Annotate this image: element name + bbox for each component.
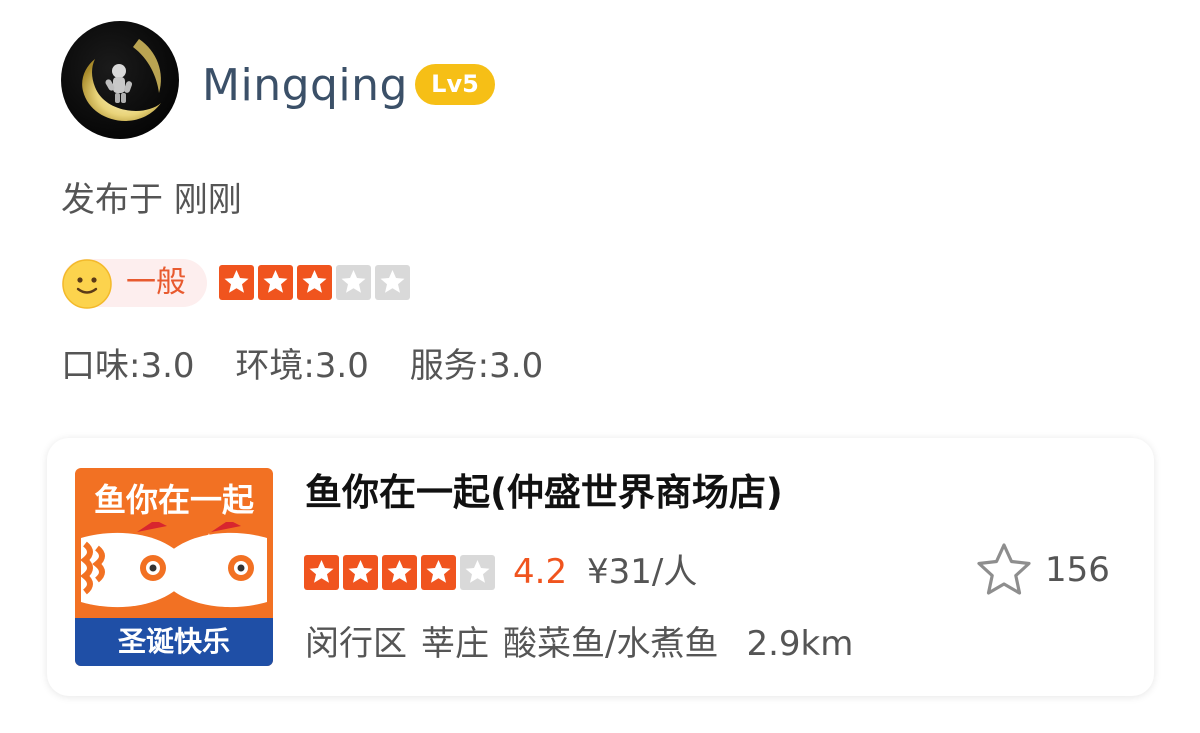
star-icon [341,270,366,293]
favorite-button[interactable]: 156 [975,541,1110,599]
star-icon [309,560,334,583]
shop-logo: 鱼你在一起 ❄ 圣诞快乐 [75,468,273,666]
star-icon [224,270,249,293]
shop-rating-stars [304,555,499,590]
shop-rating-score: 4.2 [513,552,568,592]
avatar[interactable] [61,21,179,139]
subscores: 口味:3.0 环境:3.0 服务:3.0 [61,342,573,390]
subscore-service: 服务:3.0 [409,346,544,386]
shop-star-2 [343,555,378,590]
star-icon [302,270,327,293]
rating-star-5 [375,265,410,300]
rating-star-3 [297,265,332,300]
star-icon [380,270,405,293]
star-icon [387,560,412,583]
star-icon [348,560,373,583]
shop-star-4 [421,555,456,590]
shop-distance: 2.9km [746,624,854,664]
rating-stars [219,265,414,300]
shop-meta: 闵行区 莘庄 酸菜鱼/水煮鱼 2.9km [305,620,853,668]
shop-district: 闵行区 [305,624,407,664]
shop-star-1 [304,555,339,590]
review-panel: Mingqing Lv5 发布于 刚刚 一般 口味:3.0 环境:3.0 服务:… [0,0,1200,733]
logo-banner: 圣诞快乐 [75,618,273,666]
shop-area: 莘庄 [421,624,489,664]
shop-name[interactable]: 鱼你在一起(仲盛世界商场店) [305,468,783,518]
shop-price: ¥31/人 [587,552,698,592]
star-icon [263,270,288,293]
rating-star-1 [219,265,254,300]
publish-time: 发布于 刚刚 [61,180,242,220]
subscore-environment: 环境:3.0 [235,346,369,386]
smiley-face-icon [62,259,112,309]
subscore-taste: 口味:3.0 [61,346,195,386]
star-icon [426,560,451,583]
shop-category: 酸菜鱼/水煮鱼 [503,624,719,664]
star-icon [465,560,490,583]
shop-card[interactable]: 鱼你在一起 ❄ 圣诞快乐 鱼你在一起(仲盛世界商场店) 4.2 ¥31/人 闵行… [47,438,1154,696]
svg-text:❄: ❄ [203,532,215,548]
rating-star-2 [258,265,293,300]
rating-label: 一般 [126,265,186,300]
level-badge: Lv5 [415,64,495,105]
shop-star-3 [382,555,417,590]
logo-name: 鱼你在一起 [93,481,254,519]
shop-star-5 [460,555,495,590]
star-outline-icon [977,543,1031,595]
favorite-count: 156 [1045,550,1110,590]
kissing-fish-icon: ❄ [80,522,267,608]
username[interactable]: Mingqing [202,56,408,116]
astronaut-moon-icon [82,39,161,121]
rating-star-4 [336,265,371,300]
